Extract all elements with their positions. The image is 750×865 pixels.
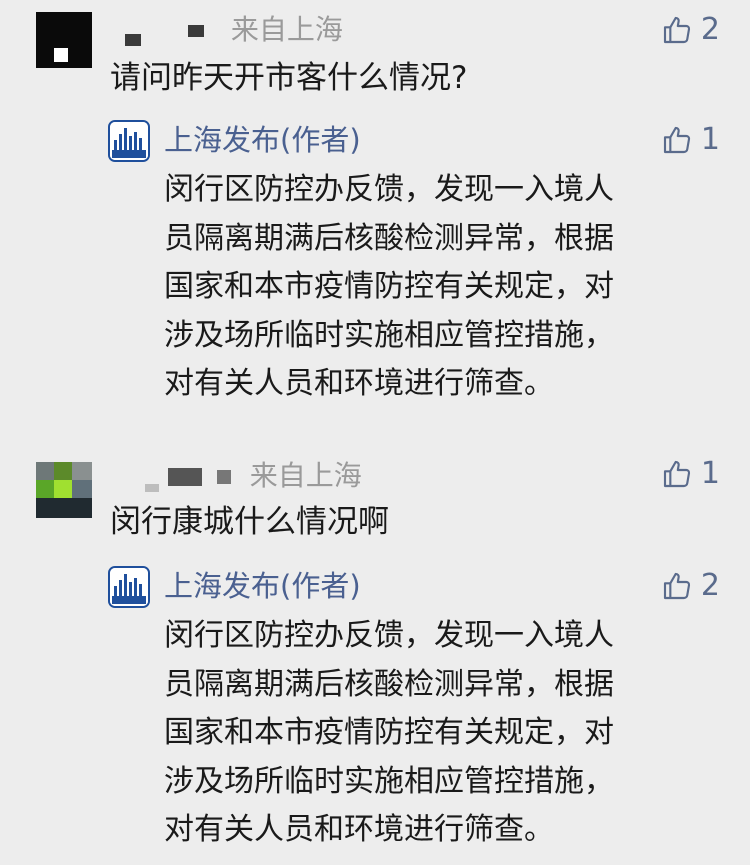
comment-text: 闵行康城什么情况啊 bbox=[110, 504, 389, 540]
like-button[interactable]: 1 bbox=[661, 456, 720, 492]
reply-line: 涉及场所临时实施相应管控措施， bbox=[164, 763, 614, 799]
username-mosaic bbox=[187, 25, 204, 37]
reply-author[interactable]: 上海发布(作者) bbox=[164, 122, 361, 158]
reply-line: 国家和本市疫情防控有关规定，对 bbox=[164, 269, 614, 304]
shanghai-fabu-logo bbox=[110, 568, 148, 606]
user-location: 来自上海 bbox=[249, 459, 362, 492]
thumbs-up-icon bbox=[661, 14, 693, 46]
user-meta: 来自上海 bbox=[145, 458, 362, 494]
reply-line: 对有关人员和环境进行筛查。 bbox=[164, 366, 554, 401]
like-count: 2 bbox=[700, 568, 720, 603]
like-button[interactable]: 2 bbox=[661, 12, 720, 48]
reply-author[interactable]: 上海发布(作者) bbox=[164, 568, 361, 604]
username-mosaic bbox=[125, 34, 141, 46]
comment-text: 请问昨天开市客什么情况? bbox=[110, 60, 468, 96]
thumbs-up-icon bbox=[661, 458, 693, 490]
reply-text: 闵行区防控办反馈，发现一入境人 员隔离期满后核酸检测异常，根据 国家和本市疫情防… bbox=[164, 612, 724, 855]
official-avatar[interactable] bbox=[108, 566, 150, 608]
like-count: 1 bbox=[700, 456, 720, 491]
user-avatar[interactable] bbox=[36, 12, 92, 68]
reply-line: 涉及场所临时实施相应管控措施， bbox=[164, 317, 614, 353]
shanghai-fabu-logo bbox=[110, 122, 148, 160]
reply-line: 国家和本市疫情防控有关规定，对 bbox=[164, 715, 614, 750]
reply-line: 员隔离期满后核酸检测异常，根据 bbox=[164, 666, 614, 702]
reply-line: 员隔离期满后核酸检测异常，根据 bbox=[164, 220, 614, 256]
like-count: 1 bbox=[700, 122, 720, 157]
reply-like-button[interactable]: 1 bbox=[661, 122, 720, 158]
user-avatar[interactable] bbox=[36, 462, 92, 518]
user-location: 来自上海 bbox=[230, 13, 343, 46]
like-count: 2 bbox=[700, 12, 720, 47]
official-avatar[interactable] bbox=[108, 120, 150, 162]
reply-line: 闵行区防控办反馈，发现一入境人 bbox=[164, 618, 614, 653]
reply-line: 对有关人员和环境进行筛查。 bbox=[164, 812, 554, 847]
username-mosaic bbox=[167, 468, 202, 486]
thumbs-up-icon bbox=[661, 124, 693, 156]
thumbs-up-icon bbox=[661, 570, 693, 602]
username-mosaic bbox=[145, 484, 159, 492]
username-mosaic bbox=[216, 470, 231, 484]
reply-line: 闵行区防控办反馈，发现一入境人 bbox=[164, 172, 614, 207]
reply-like-button[interactable]: 2 bbox=[661, 568, 720, 604]
user-meta: 来自上海 bbox=[125, 12, 343, 48]
reply-text: 闵行区防控办反馈，发现一入境人 员隔离期满后核酸检测异常，根据 国家和本市疫情防… bbox=[164, 166, 724, 409]
